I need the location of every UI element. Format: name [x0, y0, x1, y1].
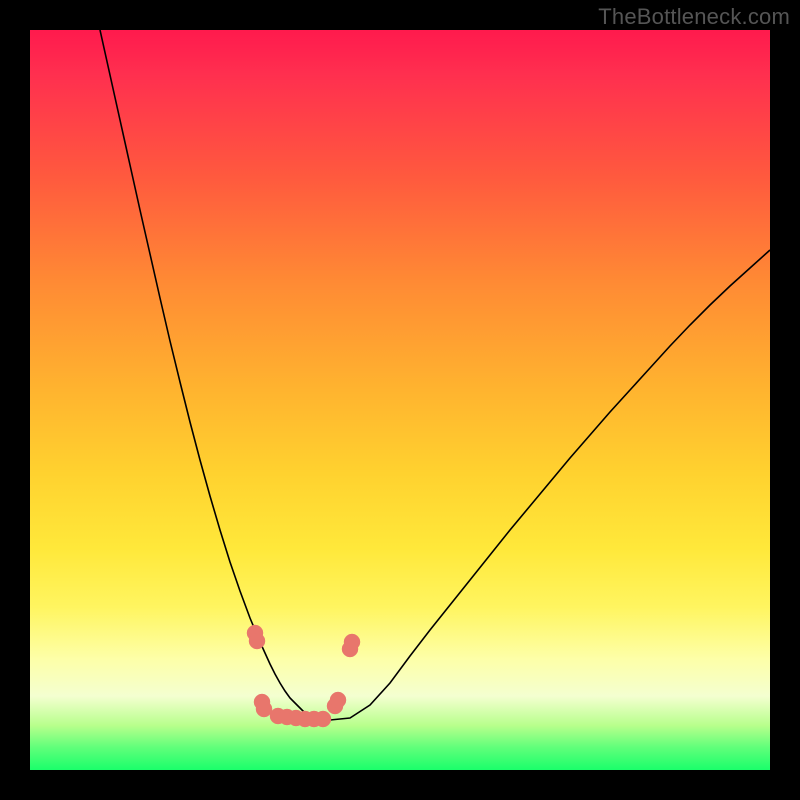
bottleneck-curve-svg [30, 30, 770, 770]
curve-marker [249, 633, 265, 649]
watermark-text: TheBottleneck.com [598, 4, 790, 30]
curve-marker-group [247, 625, 360, 727]
plot-area [30, 30, 770, 770]
curve-marker [256, 701, 272, 717]
curve-marker [330, 692, 346, 708]
bottleneck-curve [100, 30, 770, 720]
curve-marker [344, 634, 360, 650]
chart-frame: TheBottleneck.com [0, 0, 800, 800]
curve-marker [315, 711, 331, 727]
